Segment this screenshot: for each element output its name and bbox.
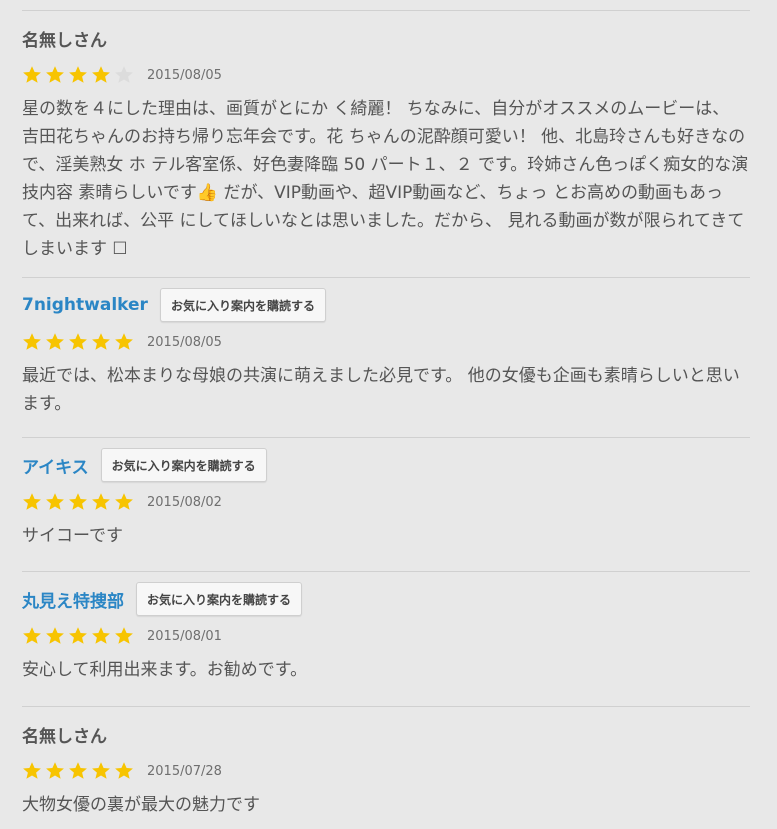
review-header: 7nightwalker お気に入り案内を購読する: [22, 288, 750, 322]
star-filled-icon: [115, 493, 133, 510]
star-filled-icon: [92, 66, 110, 83]
star-filled-icon: [69, 66, 87, 83]
star-filled-icon: [69, 493, 87, 510]
rating-row: 2015/08/05: [22, 328, 750, 356]
star-rating: [22, 626, 134, 646]
review-item: 丸見え特捜部 お気に入り案内を購読する 2015/08/01 安心して利用出来ま…: [22, 572, 750, 707]
star-rating: [22, 761, 134, 781]
review-date: 2015/08/05: [147, 67, 222, 83]
star-filled-icon: [46, 627, 64, 644]
star-filled-icon: [23, 66, 41, 83]
review-date: 2015/07/28: [147, 763, 222, 779]
reviewer-name-link[interactable]: 丸見え特捜部: [22, 587, 124, 612]
star-rating: [22, 332, 134, 352]
star-rating: [22, 65, 134, 85]
star-rating: [22, 492, 134, 512]
reviewer-name: 名無しさん: [22, 30, 107, 51]
star-filled-icon: [46, 493, 64, 510]
star-filled-icon: [69, 333, 87, 350]
star-filled-icon: [115, 627, 133, 644]
star-filled-icon: [46, 333, 64, 350]
star-filled-icon: [115, 333, 133, 350]
review-header: 名無しさん: [22, 21, 750, 55]
reviewer-name-link[interactable]: 7nightwalker: [22, 295, 148, 315]
review-date: 2015/08/05: [147, 334, 222, 350]
subscribe-favorites-button[interactable]: お気に入り案内を購読する: [136, 582, 303, 616]
review-header: 丸見え特捜部 お気に入り案内を購読する: [22, 582, 750, 616]
review-text: 星の数を４にした理由は、画質がとにか く綺麗！ ちなみに、自分がオススメのムービ…: [22, 99, 749, 259]
review-list: 名無しさん 2015/08/05 星の数を４にした理由は、画質がとにか く綺麗！…: [22, 10, 750, 829]
star-filled-icon: [46, 762, 64, 779]
star-filled-icon: [92, 627, 110, 644]
star-filled-icon: [69, 762, 87, 779]
rating-row: 2015/07/28: [22, 757, 750, 785]
review-item: 名無しさん 2015/07/28 大物女優の裏が最大の魅力です: [22, 707, 750, 829]
review-text: 大物女優の裏が最大の魅力です: [22, 795, 260, 815]
star-filled-icon: [23, 493, 41, 510]
review-text: 最近では、松本まりな母娘の共演に萌えました必見です。 他の女優も企画も素晴らしい…: [22, 366, 740, 414]
star-filled-icon: [69, 627, 87, 644]
review-item: アイキス お気に入り案内を購読する 2015/08/02 サイコーです: [22, 438, 750, 572]
star-filled-icon: [92, 333, 110, 350]
star-filled-icon: [46, 66, 64, 83]
star-filled-icon: [115, 762, 133, 779]
review-header: アイキス お気に入り案内を購読する: [22, 448, 750, 482]
review-text: 安心して利用出来ます。お勧めです。: [22, 660, 308, 680]
rating-row: 2015/08/05: [22, 61, 750, 89]
star-filled-icon: [92, 762, 110, 779]
review-item: 名無しさん 2015/08/05 星の数を４にした理由は、画質がとにか く綺麗！…: [22, 11, 750, 278]
review-date: 2015/08/01: [147, 628, 222, 644]
review-text: サイコーです: [22, 526, 123, 546]
review-date: 2015/08/02: [147, 494, 222, 510]
review-header: 名無しさん: [22, 717, 750, 751]
review-page: 名無しさん 2015/08/05 星の数を４にした理由は、画質がとにか く綺麗！…: [0, 0, 777, 829]
subscribe-favorites-button[interactable]: お気に入り案内を購読する: [159, 288, 326, 322]
star-empty-icon: [115, 66, 133, 83]
reviewer-name-link[interactable]: アイキス: [22, 453, 89, 478]
star-filled-icon: [92, 493, 110, 510]
rating-row: 2015/08/02: [22, 488, 750, 516]
reviewer-name: 名無しさん: [22, 726, 107, 747]
review-item: 7nightwalker お気に入り案内を購読する 2015/08/05 最近で…: [22, 278, 750, 438]
rating-row: 2015/08/01: [22, 622, 750, 650]
star-filled-icon: [23, 627, 41, 644]
star-filled-icon: [23, 762, 41, 779]
star-filled-icon: [23, 333, 41, 350]
subscribe-favorites-button[interactable]: お気に入り案内を購読する: [100, 448, 267, 482]
